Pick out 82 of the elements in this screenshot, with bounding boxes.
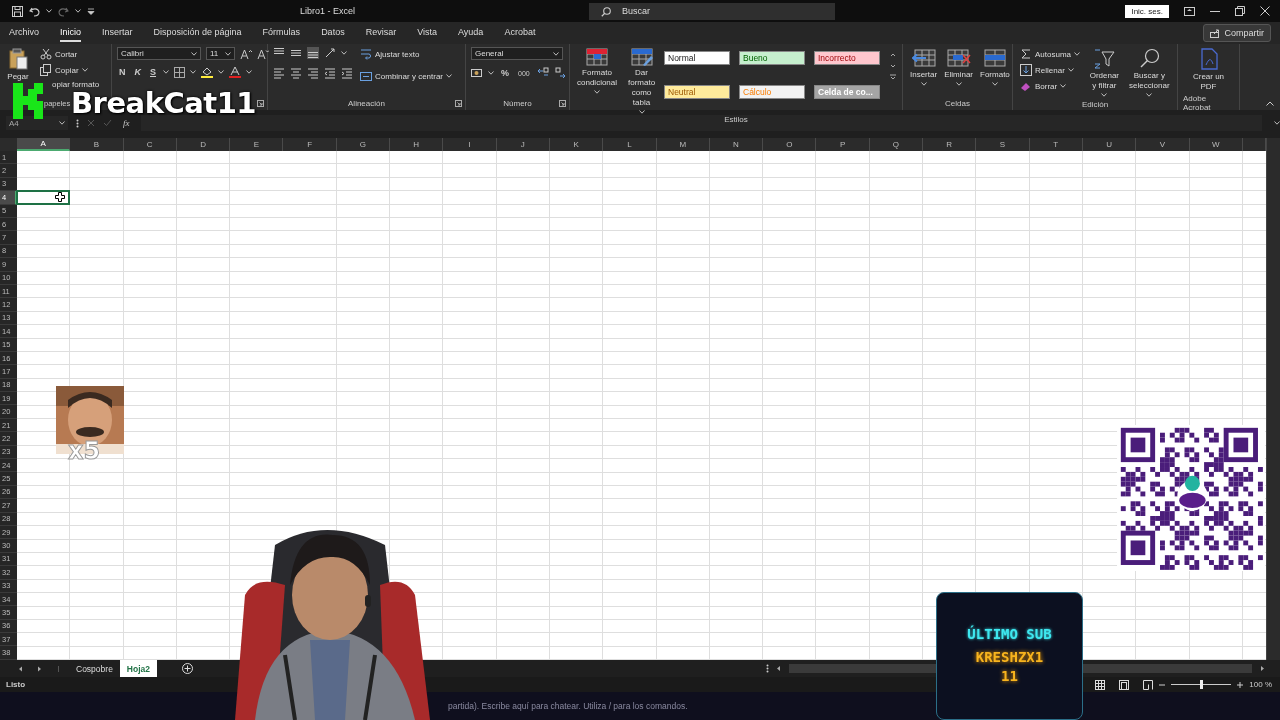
sign-in-button[interactable]: Inic. ses. [1125,4,1169,18]
copy-button[interactable]: Copiar [38,63,102,77]
insert-function-button[interactable]: fx [120,118,133,128]
column-header[interactable]: O [763,138,817,151]
share-button[interactable]: Compartir [1203,24,1271,42]
cell-style[interactable]: Neutral [664,85,730,99]
format-as-table-button[interactable]: Dar formato como tabla [624,47,659,115]
group-label: Adobe Acrobat [1183,94,1212,112]
find-select-button[interactable]: Buscar y seleccionar [1126,47,1172,98]
menu-tab[interactable]: Fórmulas [262,24,301,42]
column-header[interactable]: A [17,138,71,151]
subscriber-name: KRESHZX111 [974,648,1045,686]
underline-button[interactable]: S [148,67,158,77]
conditional-format-button[interactable]: Formato condicional [575,47,620,95]
wrap-text-button[interactable]: Ajustar texto [358,47,455,61]
menu-tab[interactable]: Inicio [60,24,82,42]
column-header[interactable]: K [549,138,604,151]
chat-input[interactable]: partida). Escribe aquí para chatear. Utiliza / para los comandos. [448,701,758,711]
menu-tab[interactable]: Vista [417,24,437,42]
font-name-dropdown[interactable]: Calibri [117,47,201,60]
name-box[interactable]: A4 [6,116,68,130]
menu-tab[interactable]: Revisar [365,24,397,42]
column-header[interactable]: F [283,138,337,151]
menu-tab[interactable]: Datos [321,24,345,42]
column-header[interactable]: E [230,138,284,151]
column-header[interactable]: J [496,138,550,151]
column-header[interactable]: G [336,138,391,151]
channel-name: BreakCat11 [71,89,256,118]
window-title: Libro1 - Excel [300,6,356,16]
column-header[interactable]: C [123,138,177,151]
column-header[interactable]: N [709,138,764,151]
status-text: Listo [6,680,26,689]
column-header[interactable]: H [390,138,444,151]
column-header[interactable]: I [443,138,497,151]
sheet-tab[interactable]: Hoja2 [119,660,157,677]
fill-button[interactable]: Rellenar [1018,63,1083,77]
cells-button[interactable]: Eliminar [942,47,976,87]
format-painter-button[interactable]: opiar formato [50,79,102,90]
column-header[interactable]: W [1189,138,1243,151]
menu-tab[interactable]: Disposición de página [153,24,242,42]
font-size-dropdown[interactable]: 11 [206,47,235,60]
sheet-tab[interactable]: Cospobre [69,660,120,677]
merge-center-button[interactable]: Combinar y centrar [358,69,455,83]
cells-button[interactable]: Formato [978,47,1012,87]
cells-button[interactable]: Insertar [908,47,940,87]
autosum-button[interactable]: Autosuma [1018,47,1083,61]
bold-button[interactable]: N [117,67,128,77]
menu-tab[interactable]: Archivo [9,24,39,42]
group-label: Edición [1081,99,1109,109]
column-header[interactable]: R [923,138,977,151]
column-header[interactable]: D [176,138,231,151]
group-label: Celdas [945,98,970,108]
cell-style[interactable]: Normal [664,51,730,65]
cut-button[interactable]: Cortar [38,47,102,61]
column-header[interactable]: P [816,138,870,151]
column-header[interactable]: Q [869,138,924,151]
create-pdf-button[interactable]: Crear un PDF [1188,47,1229,93]
zoom-level[interactable]: 100 % [1249,680,1272,689]
column-header[interactable]: L [603,138,657,151]
menu-tab[interactable]: Ayuda [458,24,484,42]
clear-button[interactable]: Borrar [1018,79,1083,93]
group-label: Alineación [348,98,385,108]
cell-style[interactable]: Incorrecto [814,51,880,65]
column-header[interactable]: S [976,138,1030,151]
sort-filter-button[interactable]: Ordenar y filtrar [1087,47,1122,98]
search-field[interactable]: Buscar [589,2,836,20]
group-label: Estilos [724,115,748,124]
paste-button[interactable]: Pegar [5,47,31,83]
column-header[interactable]: B [70,138,124,151]
group-label: Número [503,98,532,108]
column-header[interactable]: V [1136,138,1190,151]
cell-style[interactable]: Bueno [739,51,805,65]
column-header[interactable]: U [1082,138,1137,151]
sub-alert-title: ÚLTIMO SUB [967,626,1052,642]
menu-tab[interactable]: Insertar [102,24,133,42]
menu-tab[interactable]: Acrobat [504,24,536,42]
italic-button[interactable]: K [132,67,143,77]
column-header[interactable]: M [656,138,710,151]
column-header[interactable]: T [1029,138,1083,151]
percent-button[interactable]: % [499,68,511,78]
number-format-dropdown[interactable]: General [471,47,563,60]
emote-count: x5 [68,437,101,465]
